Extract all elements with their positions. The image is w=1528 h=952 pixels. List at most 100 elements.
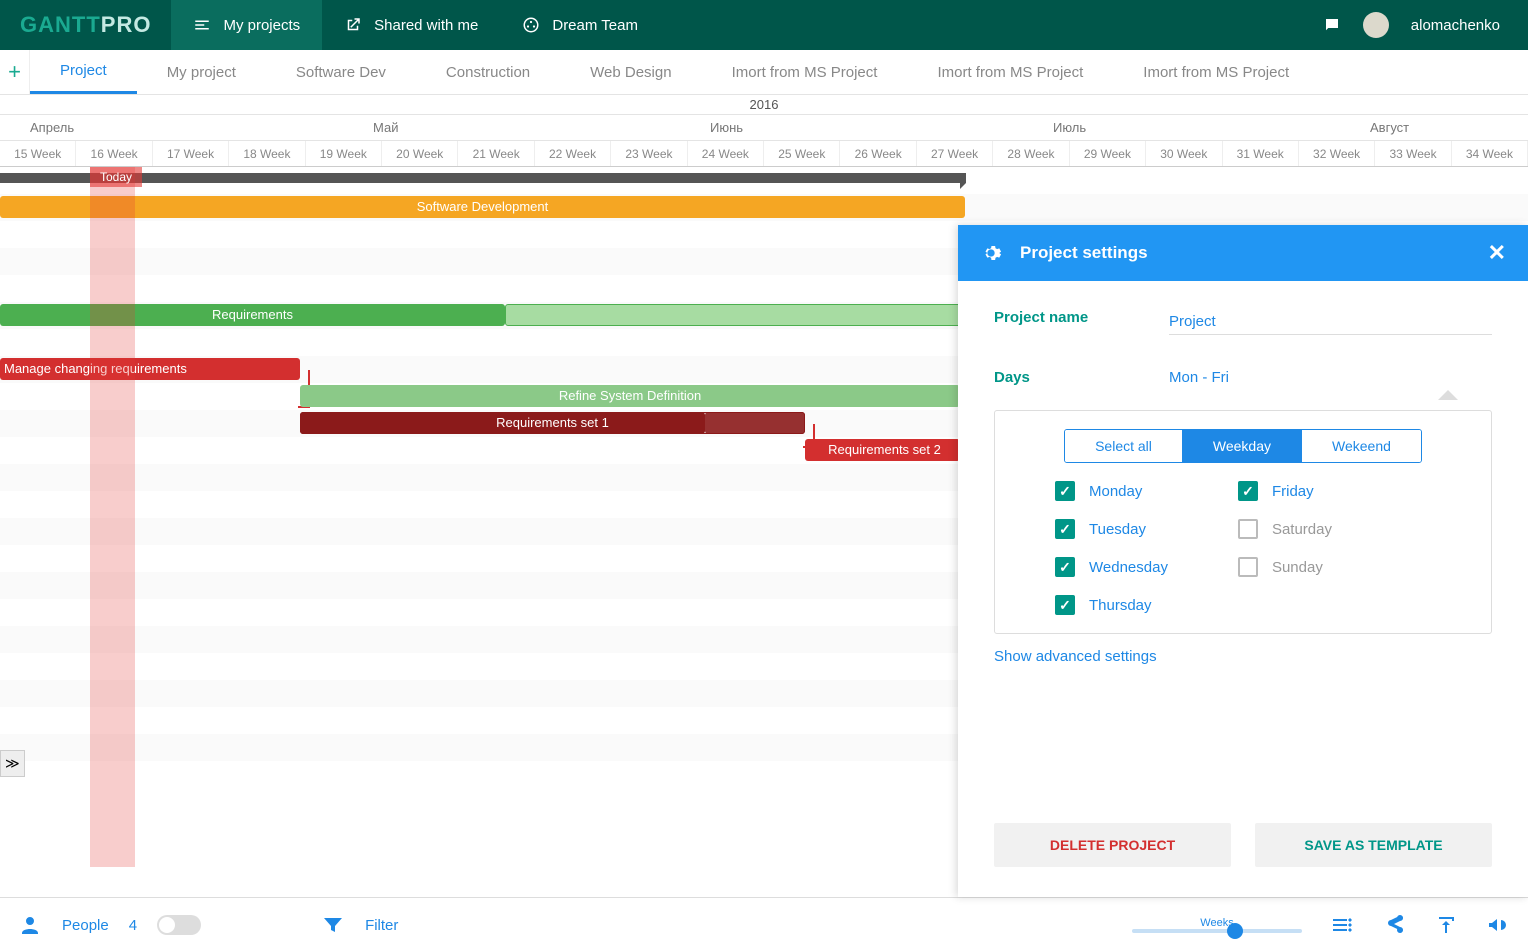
week-label: 15 Week bbox=[0, 141, 76, 166]
checkbox-icon[interactable] bbox=[1238, 481, 1258, 501]
week-label: 23 Week bbox=[611, 141, 687, 166]
week-label: 28 Week bbox=[993, 141, 1069, 166]
export-icon[interactable] bbox=[1434, 913, 1458, 937]
day-label: Sunday bbox=[1272, 559, 1323, 576]
seg-select-all[interactable]: Select all bbox=[1065, 430, 1183, 462]
week-label: 29 Week bbox=[1070, 141, 1146, 166]
month-label: Июнь bbox=[710, 115, 743, 141]
month-label: Май bbox=[373, 115, 398, 141]
settings-icon[interactable] bbox=[1330, 913, 1354, 937]
day-friday[interactable]: Friday bbox=[1238, 481, 1332, 501]
bar-set1-remain[interactable] bbox=[705, 412, 805, 434]
bar-set2[interactable]: Requirements set 2 bbox=[805, 439, 960, 461]
delete-project-button[interactable]: DELETE PROJECT bbox=[994, 823, 1231, 867]
day-wednesday[interactable]: Wednesday bbox=[1055, 557, 1168, 577]
header-right: alomachenko bbox=[1323, 12, 1528, 38]
tab-import-1[interactable]: Imort from MS Project bbox=[702, 50, 908, 94]
share-icon bbox=[344, 16, 362, 34]
days-label: Days bbox=[994, 369, 1169, 386]
bar-software-dev[interactable]: Software Development bbox=[0, 196, 965, 218]
advanced-settings-link[interactable]: Show advanced settings bbox=[994, 648, 1492, 665]
nav-label: Dream Team bbox=[552, 17, 638, 34]
day-monday[interactable]: Monday bbox=[1055, 481, 1168, 501]
week-label: 24 Week bbox=[688, 141, 764, 166]
day-label: Saturday bbox=[1272, 521, 1332, 538]
week-label: 31 Week bbox=[1223, 141, 1299, 166]
week-label: 27 Week bbox=[917, 141, 993, 166]
checkbox-icon[interactable] bbox=[1238, 557, 1258, 577]
seg-weekend[interactable]: Wekeend bbox=[1302, 430, 1421, 462]
timeline-year: 2016 bbox=[0, 95, 1528, 115]
week-label: 17 Week bbox=[153, 141, 229, 166]
week-label: 25 Week bbox=[764, 141, 840, 166]
panel-footer: DELETE PROJECT SAVE AS TEMPLATE bbox=[958, 823, 1528, 897]
expand-grid-button[interactable]: ≫ bbox=[0, 750, 25, 777]
close-panel-button[interactable]: ✕ bbox=[1488, 240, 1506, 266]
filter-label[interactable]: Filter bbox=[365, 917, 398, 934]
tab-import-2[interactable]: Imort from MS Project bbox=[907, 50, 1113, 94]
day-label: Thursday bbox=[1089, 597, 1152, 614]
username[interactable]: alomachenko bbox=[1411, 17, 1500, 34]
checkbox-icon[interactable] bbox=[1238, 519, 1258, 539]
announce-icon[interactable] bbox=[1486, 913, 1510, 937]
project-name-input[interactable] bbox=[1169, 309, 1492, 335]
avatar[interactable] bbox=[1363, 12, 1389, 38]
tab-webdesign[interactable]: Web Design bbox=[560, 50, 701, 94]
day-segment: Select all Weekday Wekeend bbox=[1064, 429, 1422, 463]
bar-project-summary[interactable] bbox=[0, 173, 965, 183]
month-label: Август bbox=[1370, 115, 1409, 141]
slider-thumb[interactable] bbox=[1227, 923, 1243, 939]
slider-track[interactable] bbox=[1132, 929, 1302, 933]
bar-manage[interactable]: Manage changing requirements bbox=[0, 358, 300, 380]
year-label: 2016 bbox=[0, 95, 1528, 114]
week-label: 26 Week bbox=[840, 141, 916, 166]
bar-refine[interactable]: Refine System Definition bbox=[300, 385, 960, 407]
save-template-button[interactable]: SAVE AS TEMPLATE bbox=[1255, 823, 1492, 867]
add-project-button[interactable]: + bbox=[0, 50, 30, 94]
chat-icon[interactable] bbox=[1323, 16, 1341, 34]
nav-label: My projects bbox=[223, 17, 300, 34]
checkbox-icon[interactable] bbox=[1055, 595, 1075, 615]
people-label[interactable]: People bbox=[62, 917, 109, 934]
tab-myproject[interactable]: My project bbox=[137, 50, 266, 94]
people-icon[interactable] bbox=[18, 913, 42, 937]
checkbox-icon[interactable] bbox=[1055, 481, 1075, 501]
seg-weekday[interactable]: Weekday bbox=[1183, 430, 1302, 462]
nav-label: Shared with me bbox=[374, 17, 478, 34]
nav-shared[interactable]: Shared with me bbox=[322, 0, 500, 50]
day-label: Friday bbox=[1272, 483, 1314, 500]
tab-import-3[interactable]: Imort from MS Project bbox=[1113, 50, 1319, 94]
share-icon[interactable] bbox=[1382, 913, 1406, 937]
logo: GANTTPRO bbox=[0, 0, 171, 50]
month-label: Июль bbox=[1053, 115, 1086, 141]
day-sunday[interactable]: Sunday bbox=[1238, 557, 1332, 577]
checkbox-icon[interactable] bbox=[1055, 519, 1075, 539]
panel-header: Project settings ✕ bbox=[958, 225, 1528, 281]
app-header: GANTTPRO My projects Shared with me Drea… bbox=[0, 0, 1528, 50]
month-label: Апрель bbox=[30, 115, 74, 141]
people-count: 4 bbox=[129, 917, 137, 934]
tab-construction[interactable]: Construction bbox=[416, 50, 560, 94]
day-saturday[interactable]: Saturday bbox=[1238, 519, 1332, 539]
people-toggle[interactable] bbox=[157, 915, 201, 935]
bar-requirements-ext[interactable] bbox=[505, 304, 965, 326]
day-tuesday[interactable]: Tuesday bbox=[1055, 519, 1168, 539]
week-label: 34 Week bbox=[1452, 141, 1528, 166]
week-label: 30 Week bbox=[1146, 141, 1222, 166]
week-label: 19 Week bbox=[306, 141, 382, 166]
timeline-weeks: 15 Week 16 Week 17 Week 18 Week 19 Week … bbox=[0, 141, 1528, 167]
tab-project[interactable]: Project bbox=[30, 50, 137, 94]
day-thursday[interactable]: Thursday bbox=[1055, 595, 1168, 615]
zoom-slider[interactable]: Weeks bbox=[1132, 917, 1302, 933]
today-label: Today bbox=[90, 167, 142, 187]
bar-requirements[interactable]: Requirements bbox=[0, 304, 505, 326]
timeline-months: Апрель Май Июнь Июль Август bbox=[0, 115, 1528, 141]
checkbox-icon[interactable] bbox=[1055, 557, 1075, 577]
nav-my-projects[interactable]: My projects bbox=[171, 0, 322, 50]
week-label: 32 Week bbox=[1299, 141, 1375, 166]
tab-softwaredev[interactable]: Software Dev bbox=[266, 50, 416, 94]
week-label: 21 Week bbox=[458, 141, 534, 166]
days-value[interactable]: Mon - Fri bbox=[1169, 369, 1492, 386]
nav-team[interactable]: Dream Team bbox=[500, 0, 660, 50]
filter-icon[interactable] bbox=[321, 913, 345, 937]
